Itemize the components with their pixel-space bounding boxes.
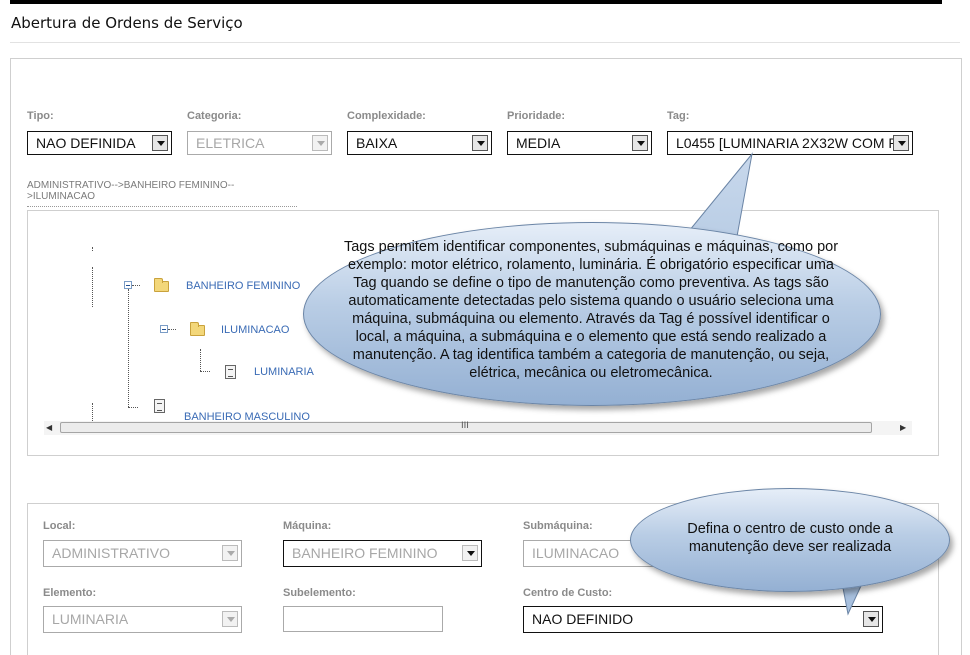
centro-custo-value: NAO DEFINIDO — [532, 611, 634, 627]
tree-node-iluminacao[interactable]: ILUMINACAO — [221, 324, 289, 336]
tag-label: Tag: — [667, 110, 690, 122]
subelemento-label: Subelemento: — [283, 587, 356, 599]
prioridade-value: MEDIA — [516, 135, 561, 151]
tree-line — [168, 329, 176, 330]
tree-line — [92, 247, 93, 251]
chevron-down-icon[interactable] — [632, 135, 648, 151]
tag-help-text: Tags permitem identificar componentes, s… — [343, 239, 839, 381]
categoria-value: ELETRICA — [196, 135, 265, 151]
folder-icon — [154, 278, 169, 292]
prioridade-select[interactable]: MEDIA — [507, 131, 652, 155]
chevron-down-icon[interactable] — [152, 135, 168, 151]
tree-line — [200, 349, 201, 371]
document-icon — [154, 399, 165, 413]
maquina-label: Máquina: — [283, 520, 332, 532]
scroll-grip: III — [461, 421, 469, 431]
elemento-select[interactable]: LUMINARIA — [43, 606, 242, 633]
scroll-right-icon[interactable]: ▶ — [900, 423, 906, 432]
collapse-icon[interactable] — [124, 281, 132, 289]
document-icon — [225, 365, 236, 379]
local-select[interactable]: ADMINISTRATIVO — [43, 540, 242, 567]
tree-node-luminaria[interactable]: LUMINARIA — [254, 366, 314, 378]
categoria-label: Categoria: — [187, 110, 242, 122]
chevron-down-icon[interactable] — [312, 135, 328, 151]
local-label: Local: — [43, 520, 76, 532]
tree-node-banheiro-feminino[interactable]: BANHEIRO FEMININO — [186, 280, 300, 292]
centro-custo-select[interactable]: NAO DEFINIDO — [523, 606, 883, 633]
elemento-value: LUMINARIA — [52, 611, 129, 627]
chevron-down-icon[interactable] — [893, 135, 909, 151]
horizontal-scrollbar[interactable]: ◀ III ▶ — [44, 421, 912, 435]
breadcrumb: ADMINISTRATIVO-->BANHEIRO FEMININO-->ILU… — [27, 180, 297, 207]
chevron-down-icon[interactable] — [222, 545, 238, 561]
scroll-left-icon[interactable]: ◀ — [46, 423, 52, 432]
local-value: ADMINISTRATIVO — [52, 545, 170, 561]
tipo-label: Tipo: — [27, 110, 54, 122]
tipo-select[interactable]: NAO DEFINIDA — [27, 131, 172, 155]
prioridade-label: Prioridade: — [507, 110, 566, 122]
centro-custo-label: Centro de Custo: — [523, 587, 613, 599]
tree-line — [200, 371, 210, 372]
complexidade-value: BAIXA — [356, 135, 398, 151]
page-title: Abertura de Ordens de Serviço — [11, 14, 243, 32]
collapse-icon[interactable] — [160, 325, 168, 333]
complexidade-select[interactable]: BAIXA — [347, 131, 492, 155]
top-bar — [10, 0, 942, 4]
tree-line — [132, 285, 140, 286]
submaquina-value: ILUMINACAO — [532, 545, 620, 561]
tree-line — [92, 403, 93, 423]
elemento-label: Elemento: — [43, 587, 97, 599]
maquina-value: BANHEIRO FEMININO — [292, 545, 438, 561]
horizontal-scroll-thumb[interactable]: III — [60, 421, 872, 433]
submaquina-label: Submáquina: — [523, 520, 593, 532]
tag-value: L0455 [LUMINARIA 2X32W COM PI — [676, 135, 902, 151]
tree-line — [128, 407, 138, 408]
tree-line — [92, 267, 93, 307]
title-divider — [10, 42, 960, 43]
cost-center-help-text: Defina o centro de custo onde a manutenç… — [687, 521, 893, 555]
chevron-down-icon[interactable] — [472, 135, 488, 151]
folder-icon — [190, 322, 205, 336]
subelemento-input[interactable] — [283, 606, 443, 632]
tipo-value: NAO DEFINIDA — [36, 135, 136, 151]
maquina-select[interactable]: BANHEIRO FEMININO — [283, 540, 482, 567]
tree-line — [128, 289, 129, 407]
chevron-down-icon[interactable] — [462, 545, 478, 561]
chevron-down-icon[interactable] — [222, 611, 238, 627]
categoria-select[interactable]: ELETRICA — [187, 131, 332, 155]
complexidade-label: Complexidade: — [347, 110, 426, 122]
